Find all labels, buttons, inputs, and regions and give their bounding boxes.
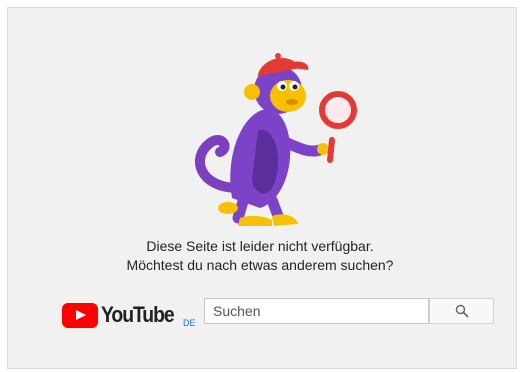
search-icon <box>455 304 468 318</box>
monkey-with-magnifier-icon <box>195 53 357 226</box>
country-code-label: DE <box>183 318 196 328</box>
error-message-line-1: Diese Seite ist leider nicht verfügbar. <box>146 238 374 254</box>
youtube-logo[interactable]: YouTube <box>62 300 182 328</box>
search-input[interactable] <box>204 298 429 324</box>
youtube-play-icon <box>62 303 98 328</box>
youtube-wordmark: YouTube <box>101 302 175 327</box>
search-button[interactable] <box>429 298 494 324</box>
error-message-line-2: Möchtest du nach etwas anderem suchen? <box>126 257 394 273</box>
